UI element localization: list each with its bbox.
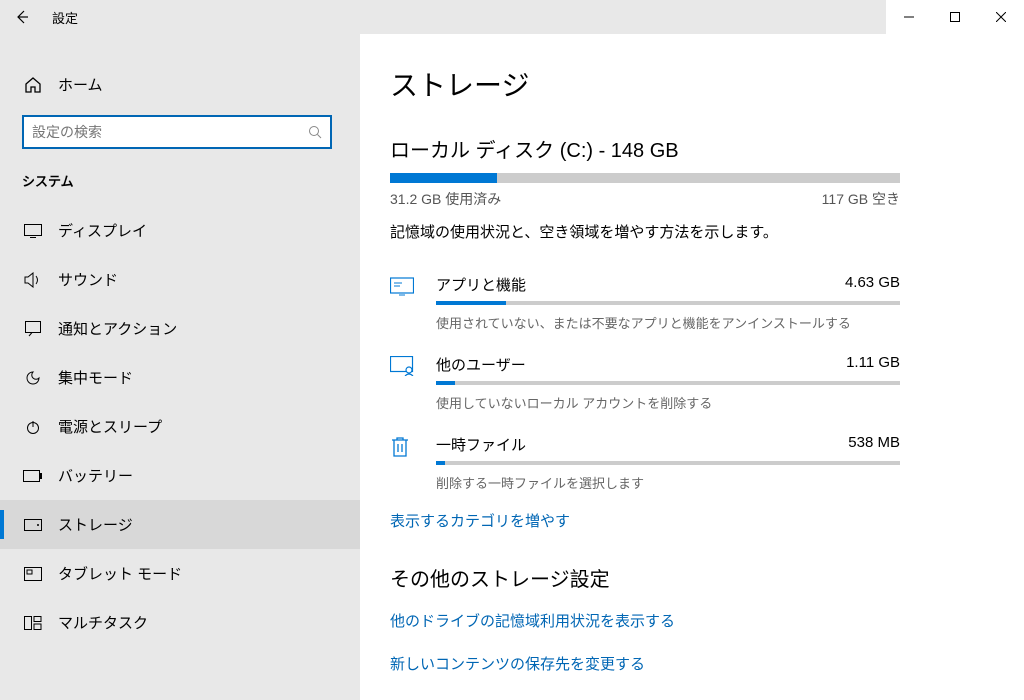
category-apps[interactable]: アプリと機能4.63 GB 使用されていない、または不要なアプリと機能をアンイン… bbox=[390, 266, 900, 346]
category-temp-files[interactable]: 一時ファイル538 MB 削除する一時ファイルを選択します bbox=[390, 426, 900, 506]
disk-used-fill bbox=[390, 173, 497, 183]
window-title: 設定 bbox=[52, 8, 78, 27]
multitask-icon bbox=[22, 616, 44, 630]
close-button[interactable] bbox=[978, 0, 1024, 34]
sidebar: ホーム システム ディスプレイ サウンド 通知とアクション 集中モード 電源 bbox=[0, 34, 360, 700]
display-icon bbox=[22, 224, 44, 238]
main-content: ストレージ ローカル ディスク (C:) - 148 GB 31.2 GB 使用… bbox=[360, 34, 1024, 700]
nav-storage[interactable]: ストレージ bbox=[0, 500, 360, 549]
power-icon bbox=[22, 419, 44, 435]
titlebar: 設定 bbox=[0, 0, 1024, 34]
trash-icon bbox=[390, 434, 436, 458]
other-storage-title: その他のストレージ設定 bbox=[390, 563, 984, 592]
disk-labels: 31.2 GB 使用済み 117 GB 空き bbox=[390, 189, 900, 209]
disk-desc: 記憶域の使用状況と、空き領域を増やす方法を示します。 bbox=[390, 221, 984, 242]
minimize-button[interactable] bbox=[886, 0, 932, 34]
nav-display[interactable]: ディスプレイ bbox=[0, 206, 360, 255]
nav-sound[interactable]: サウンド bbox=[0, 255, 360, 304]
home-link[interactable]: ホーム bbox=[0, 64, 360, 105]
category-other-users[interactable]: 他のユーザー1.11 GB 使用していないローカル アカウントを削除する bbox=[390, 346, 900, 426]
change-save-location-link[interactable]: 新しいコンテンツの保存先を変更する bbox=[390, 653, 984, 674]
focus-icon bbox=[22, 370, 44, 386]
section-label: システム bbox=[0, 167, 360, 206]
notification-icon bbox=[22, 321, 44, 337]
nav-tablet[interactable]: タブレット モード bbox=[0, 549, 360, 598]
nav-multitask[interactable]: マルチタスク bbox=[0, 598, 360, 647]
users-icon bbox=[390, 354, 436, 376]
sound-icon bbox=[22, 272, 44, 288]
search-icon bbox=[308, 125, 322, 139]
maximize-button[interactable] bbox=[932, 0, 978, 34]
search-input[interactable] bbox=[22, 115, 332, 149]
home-label: ホーム bbox=[58, 74, 103, 95]
home-icon bbox=[22, 76, 44, 94]
nav-focus[interactable]: 集中モード bbox=[0, 353, 360, 402]
used-label: 31.2 GB 使用済み bbox=[390, 189, 501, 209]
other-drives-link[interactable]: 他のドライブの記憶域利用状況を表示する bbox=[390, 610, 984, 631]
free-label: 117 GB 空き bbox=[822, 189, 900, 209]
page-title: ストレージ bbox=[390, 64, 984, 104]
battery-icon bbox=[22, 470, 44, 482]
apps-icon bbox=[390, 274, 436, 296]
search-field[interactable] bbox=[32, 124, 308, 140]
back-button[interactable] bbox=[8, 3, 36, 31]
nav-battery[interactable]: バッテリー bbox=[0, 451, 360, 500]
storage-icon bbox=[22, 519, 44, 531]
nav-notifications[interactable]: 通知とアクション bbox=[0, 304, 360, 353]
tablet-icon bbox=[22, 567, 44, 581]
disk-title: ローカル ディスク (C:) - 148 GB bbox=[390, 134, 984, 163]
show-more-categories-link[interactable]: 表示するカテゴリを増やす bbox=[390, 510, 984, 531]
nav-power[interactable]: 電源とスリープ bbox=[0, 402, 360, 451]
disk-usage-bar bbox=[390, 173, 900, 183]
